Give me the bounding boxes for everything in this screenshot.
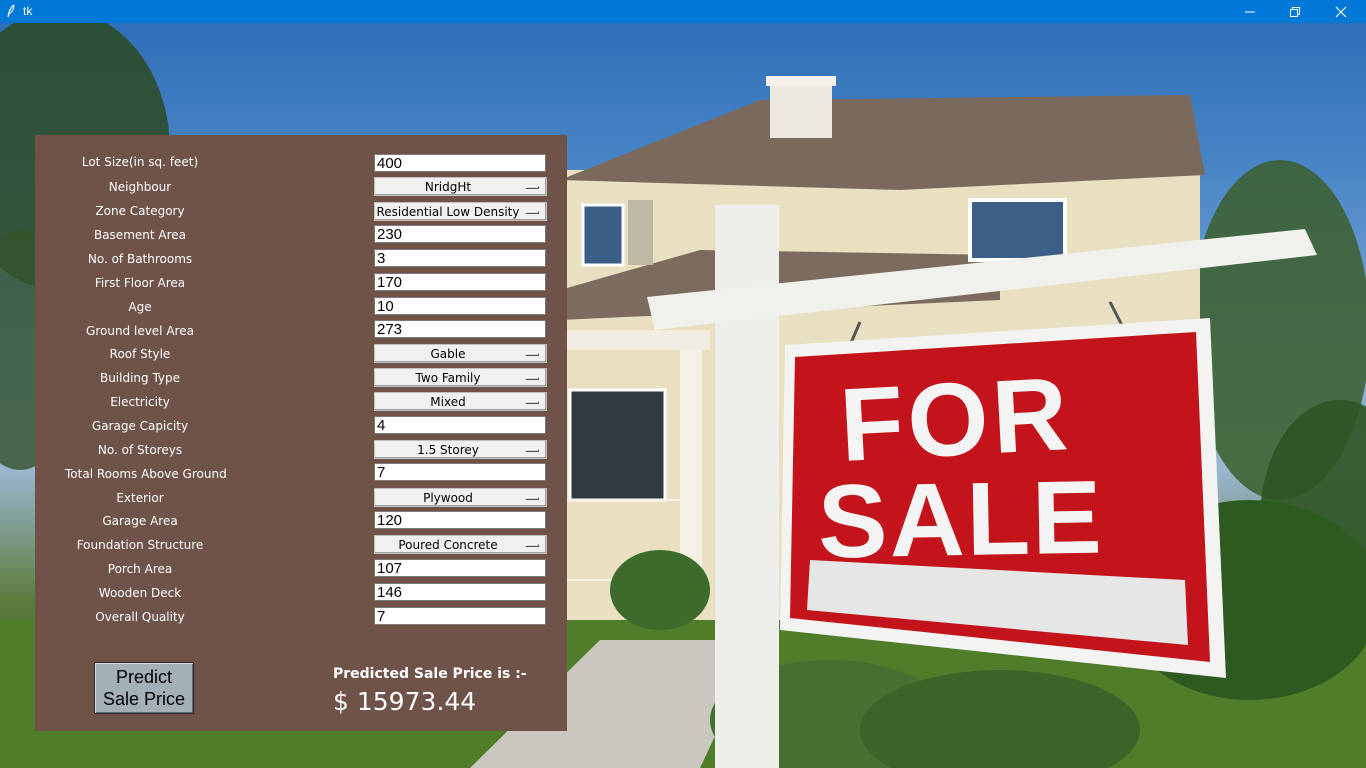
exterior-dropdown[interactable]: Plywood (374, 488, 547, 507)
label-foundation: Foundation Structure (76, 538, 204, 552)
basement-area-input[interactable]: 230 (374, 225, 546, 243)
label-basement-area: Basement Area (93, 228, 187, 242)
maximize-button[interactable] (1272, 0, 1318, 23)
label-garage-capacity: Garage Capicity (91, 419, 189, 433)
total-rooms-input[interactable]: 7 (374, 463, 546, 481)
close-button[interactable] (1318, 0, 1364, 23)
age-input[interactable]: 10 (374, 297, 546, 315)
predicted-price-value: $ 15973.44 (333, 687, 477, 716)
garage-area-input[interactable]: 120 (374, 511, 546, 529)
label-porch-area: Porch Area (107, 562, 173, 576)
predict-button-line2: Sale Price (102, 689, 186, 709)
label-lot-size: Lot Size(in sq. feet) (81, 155, 199, 169)
neighbour-dropdown[interactable]: NridgHt (374, 177, 547, 196)
label-electricity: Electricity (110, 395, 170, 409)
overall-quality-input[interactable]: 7 (374, 607, 546, 625)
minimize-button[interactable] (1227, 0, 1273, 23)
minimize-icon (1245, 11, 1255, 12)
porch-area-input[interactable]: 107 (374, 559, 546, 577)
label-zone-category: Zone Category (95, 204, 185, 218)
predict-sale-price-button[interactable]: Predict Sale Price (94, 662, 194, 714)
neighbour-selected: NridgHt (424, 180, 472, 194)
label-age: Age (128, 300, 152, 314)
title-bar: tk (0, 0, 1366, 23)
label-exterior: Exterior (116, 491, 164, 505)
label-total-rooms: Total Rooms Above Ground (65, 467, 227, 481)
ground-level-area-input[interactable]: 273 (374, 320, 546, 338)
foundation-dropdown[interactable]: Poured Concrete (374, 535, 547, 554)
label-neighbour: Neighbour (108, 180, 172, 194)
label-roof-style: Roof Style (109, 347, 171, 361)
roof-style-dropdown[interactable]: Gable (374, 344, 547, 363)
lot-size-input[interactable]: 400 (374, 154, 546, 172)
dropdown-indicator-icon (525, 544, 539, 547)
garage-capacity-input[interactable]: 4 (374, 416, 546, 434)
storeys-dropdown[interactable]: 1.5 Storey (374, 440, 547, 459)
electricity-dropdown[interactable]: Mixed (374, 392, 547, 411)
close-icon (1335, 6, 1347, 17)
predicted-price-label: Predicted Sale Price is :- (333, 666, 527, 682)
feather-icon (7, 4, 15, 18)
input-form-panel: Lot Size(in sq. feet) 400 Neighbour Nrid… (35, 135, 567, 731)
restore-icon (1290, 6, 1300, 17)
dropdown-indicator-icon (525, 211, 539, 214)
dropdown-indicator-icon (525, 377, 539, 380)
wooden-deck-input[interactable]: 146 (374, 583, 546, 601)
foundation-selected: Poured Concrete (398, 538, 498, 552)
exterior-selected: Plywood (423, 491, 473, 505)
predict-button-line1: Predict (115, 667, 173, 687)
label-garage-area: Garage Area (102, 514, 178, 528)
first-floor-area-input[interactable]: 170 (374, 273, 546, 291)
roof-style-selected: Gable (430, 347, 466, 361)
label-wooden-deck: Wooden Deck (98, 586, 182, 600)
label-ground-level-area: Ground level Area (86, 324, 194, 338)
storeys-selected: 1.5 Storey (417, 443, 479, 457)
sign-text-sale: SALE (817, 459, 1105, 581)
label-building-type: Building Type (99, 371, 181, 385)
building-type-dropdown[interactable]: Two Family (374, 368, 547, 387)
zone-category-dropdown[interactable]: Residential Low Density (374, 202, 547, 221)
bathrooms-input[interactable]: 3 (374, 249, 546, 267)
dropdown-indicator-icon (525, 449, 539, 452)
zone-category-selected: Residential Low Density (376, 205, 520, 219)
dropdown-indicator-icon (525, 497, 539, 500)
dropdown-indicator-icon (525, 186, 539, 189)
electricity-selected: Mixed (430, 395, 466, 409)
window-title: tk (23, 4, 33, 18)
dropdown-indicator-icon (525, 353, 539, 356)
dropdown-indicator-icon (525, 401, 539, 404)
building-type-selected: Two Family (415, 371, 481, 385)
label-first-floor-area: First Floor Area (94, 276, 186, 290)
label-bathrooms: No. of Bathrooms (87, 252, 193, 266)
label-overall-quality: Overall Quality (95, 610, 185, 624)
label-storeys: No. of Storeys (97, 443, 183, 457)
